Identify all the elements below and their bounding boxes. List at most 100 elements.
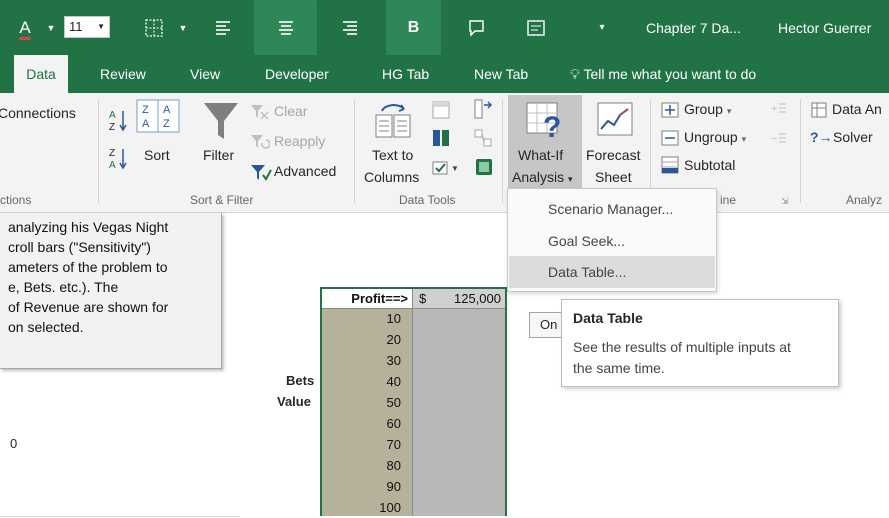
ungroup-button[interactable]: Ungroup ▾ bbox=[684, 129, 746, 145]
bet-value-cell[interactable]: 40 bbox=[387, 374, 401, 389]
cell-zero: 0 bbox=[10, 436, 18, 451]
remove-duplicates-icon[interactable] bbox=[474, 99, 493, 122]
menu-item-data-table[interactable]: Data Table... bbox=[509, 256, 715, 288]
sort-dialog-icon[interactable]: ZAAZ bbox=[136, 99, 180, 136]
data-table-range[interactable]: Profit==> $ 125,000 10 20 30 40 50 60 70… bbox=[320, 287, 507, 516]
what-if-dropdown-menu: Scenario Manager... Goal Seek... Data Ta… bbox=[507, 188, 717, 292]
tab-developer[interactable]: Developer bbox=[255, 55, 339, 93]
ungroup-label: Ungroup bbox=[684, 129, 738, 145]
flash-fill-icon[interactable] bbox=[432, 101, 450, 122]
font-color-dropdown-icon[interactable]: ▼ bbox=[44, 0, 58, 55]
relationships-icon[interactable] bbox=[474, 129, 492, 150]
group-separator bbox=[98, 99, 99, 203]
bet-value-cell[interactable]: 90 bbox=[387, 479, 401, 494]
tooltip-title: Data Table bbox=[573, 310, 643, 326]
bet-value-cell[interactable]: 20 bbox=[387, 332, 401, 347]
what-if-analysis-button[interactable]: Analysis ▾ bbox=[512, 169, 573, 185]
text-to-columns-label-2[interactable]: Columns bbox=[364, 169, 419, 185]
font-size-box[interactable]: 11 ▼ bbox=[64, 16, 110, 38]
group-button[interactable]: Group ▾ bbox=[684, 101, 731, 117]
forecast-label-1[interactable]: Forecast bbox=[586, 147, 640, 163]
description-textbox[interactable]: analyzing his Vegas Night croll bars ("S… bbox=[0, 213, 222, 369]
group-dropdown-icon: ▾ bbox=[726, 106, 732, 116]
bold-button[interactable]: B bbox=[386, 0, 441, 55]
align-center-icon bbox=[278, 20, 293, 35]
bet-value-cell[interactable]: 100 bbox=[379, 500, 401, 515]
group-icon[interactable] bbox=[660, 101, 680, 122]
font-size-value: 11 bbox=[69, 19, 83, 34]
ribbon: Connections ctions AZ ZAAZ ZA Sort Filte… bbox=[0, 93, 889, 213]
textbox-line: analyzing his Vegas Night bbox=[8, 219, 169, 235]
menu-item-scenario-manager[interactable]: Scenario Manager... bbox=[509, 193, 715, 225]
group-separator bbox=[354, 99, 355, 203]
sort-az-icon[interactable]: AZ bbox=[108, 107, 128, 136]
consolidate-icon[interactable] bbox=[432, 129, 450, 150]
align-center-button[interactable] bbox=[254, 0, 317, 55]
data-validation-icon[interactable]: ▼ bbox=[432, 159, 462, 180]
borders-dropdown-icon[interactable]: ▼ bbox=[176, 0, 190, 55]
svg-text:?: ? bbox=[543, 111, 561, 139]
data-analysis-button[interactable]: Data An bbox=[832, 101, 882, 117]
ungroup-icon[interactable] bbox=[660, 129, 680, 150]
subtotal-icon[interactable] bbox=[660, 155, 680, 178]
customize-dropdown-icon[interactable]: ▾ bbox=[592, 0, 612, 55]
what-if-analysis-icon[interactable]: ? bbox=[525, 101, 565, 144]
tab-view[interactable]: View bbox=[180, 55, 230, 93]
svg-text:A: A bbox=[142, 118, 150, 130]
sort-za-icon[interactable]: ZA bbox=[108, 145, 128, 174]
borders-button[interactable] bbox=[135, 0, 173, 55]
svg-text:+: + bbox=[771, 103, 777, 115]
results-column[interactable] bbox=[412, 309, 505, 516]
filter-button[interactable]: Filter bbox=[203, 147, 234, 163]
bet-value-cell[interactable]: 80 bbox=[387, 458, 401, 473]
align-right-button[interactable] bbox=[330, 0, 370, 55]
borders-icon bbox=[145, 18, 163, 37]
bet-value-cell[interactable]: 60 bbox=[387, 416, 401, 431]
bet-value-cell[interactable]: 70 bbox=[387, 437, 401, 452]
text-to-columns-label-1[interactable]: Text to bbox=[372, 147, 413, 163]
connections-button[interactable]: Connections bbox=[0, 105, 76, 121]
tell-me-box[interactable]: 💡︎ Tell me what you want to do bbox=[560, 55, 766, 93]
forecast-label-2[interactable]: Sheet bbox=[595, 169, 632, 185]
advanced-button[interactable]: Advanced bbox=[274, 163, 336, 179]
sort-button[interactable]: Sort bbox=[144, 147, 170, 163]
svg-text:▼: ▼ bbox=[451, 164, 459, 173]
form-control-button[interactable]: On bbox=[529, 312, 565, 338]
solver-button[interactable]: Solver bbox=[833, 129, 873, 145]
menu-item-goal-seek[interactable]: Goal Seek... bbox=[509, 225, 715, 257]
profit-header-cell[interactable]: Profit==> bbox=[322, 289, 412, 309]
profit-value-cell[interactable]: $ 125,000 bbox=[412, 289, 505, 309]
bet-value-cell[interactable]: 10 bbox=[387, 311, 401, 326]
tab-hg[interactable]: HG Tab bbox=[372, 55, 439, 93]
outline-group-label: ine bbox=[720, 193, 737, 207]
tab-data[interactable]: Data bbox=[14, 55, 68, 94]
textbox-line: croll bars ("Sensitivity") bbox=[8, 239, 151, 255]
tab-new[interactable]: New Tab bbox=[464, 55, 538, 93]
what-if-label-2: Analysis bbox=[512, 169, 565, 185]
data-analysis-icon[interactable] bbox=[810, 101, 828, 122]
filter-icon[interactable] bbox=[202, 101, 240, 146]
bet-value-cell[interactable]: 50 bbox=[387, 395, 401, 410]
bet-value-cell[interactable]: 30 bbox=[387, 353, 401, 368]
textbox-line: e, Bets. etc.). The bbox=[8, 279, 119, 295]
solver-icon[interactable]: ?→ bbox=[810, 129, 833, 145]
comment-button[interactable] bbox=[456, 0, 496, 55]
analyze-group-label: Analyz bbox=[846, 193, 883, 207]
tab-review[interactable]: Review bbox=[90, 55, 156, 93]
what-if-label-1[interactable]: What-If bbox=[518, 147, 563, 163]
text-to-columns-icon[interactable] bbox=[374, 101, 414, 142]
advanced-filter-icon[interactable] bbox=[250, 163, 272, 186]
data-table-tooltip: Data Table See the results of multiple i… bbox=[561, 299, 839, 387]
svg-text:A: A bbox=[109, 110, 116, 121]
group-separator bbox=[800, 99, 801, 203]
outline-launcher-icon[interactable]: ⇲ bbox=[781, 196, 789, 207]
subtotal-button[interactable]: Subtotal bbox=[684, 157, 735, 173]
user-name[interactable]: Hector Guerrer bbox=[778, 0, 889, 55]
manage-data-model-icon[interactable] bbox=[474, 157, 494, 180]
font-color-icon: A bbox=[19, 17, 31, 37]
forecast-sheet-icon[interactable] bbox=[596, 101, 636, 142]
bold-icon: B bbox=[407, 18, 420, 36]
form-button[interactable] bbox=[512, 0, 560, 55]
font-color-button[interactable]: A bbox=[10, 0, 40, 55]
align-left-button[interactable] bbox=[203, 0, 243, 55]
